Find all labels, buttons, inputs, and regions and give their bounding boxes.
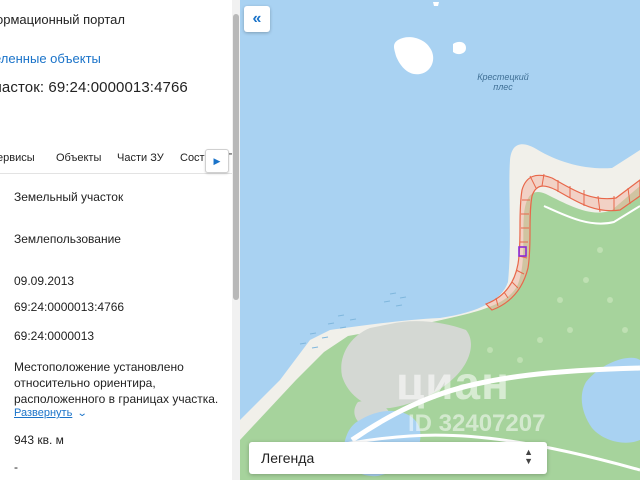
area-value: 943 кв. м [14, 433, 64, 447]
registration-date-value: 09.09.2013 [14, 274, 75, 288]
portal-title: ормационный портал [0, 12, 125, 27]
tab-bar: ервисы Объекты Части ЗУ Соста П [0, 145, 232, 174]
tab-services[interactable]: ервисы [0, 152, 35, 164]
island-tiny [433, 2, 439, 6]
tabs-scroll-right-button[interactable]: ▶ [205, 149, 229, 173]
lake-label: Крестецкий плес [477, 72, 529, 92]
expand-link[interactable]: Развернуть ⌄ [14, 407, 88, 419]
watermark-id: ID 32407207 [408, 410, 546, 437]
tab-objects[interactable]: Объекты [56, 152, 101, 164]
cadastral-number-value: 69:24:0000013:4766 [14, 300, 125, 314]
expand-link-label: Развернуть [14, 407, 73, 419]
watermark-logo: циан [396, 357, 510, 409]
up-down-arrows-icon: ▲ ▼ [524, 447, 533, 466]
empty-value-dash: - [14, 460, 18, 474]
triangle-right-icon: ▶ [213, 155, 221, 166]
double-chevron-left-icon: « [252, 10, 262, 27]
found-objects-link[interactable]: еленные объекты [0, 51, 101, 66]
cadastral-quarter-value: 69:24:0000013 [14, 329, 95, 343]
parcel-title: часток: 69:24:0000013:4766 [0, 79, 188, 96]
chevron-down-icon: ⌄ [77, 408, 88, 419]
info-panel: ормационный портал еленные объекты часто… [0, 0, 232, 480]
island-large [394, 37, 434, 75]
location-value: Местоположение установлено относительно … [14, 360, 219, 406]
tab-parcel-parts[interactable]: Части ЗУ [117, 152, 164, 164]
island-small [453, 41, 466, 55]
legend-dropdown[interactable]: Легенда ▲ ▼ [249, 442, 547, 474]
land-use-value: Землепользование [14, 232, 121, 246]
object-type-value: Земельный участок [14, 190, 124, 204]
collapse-panel-button[interactable]: « [244, 6, 270, 32]
legend-label: Легенда [261, 450, 315, 466]
panel-scrollbar-thumb[interactable] [233, 14, 239, 300]
